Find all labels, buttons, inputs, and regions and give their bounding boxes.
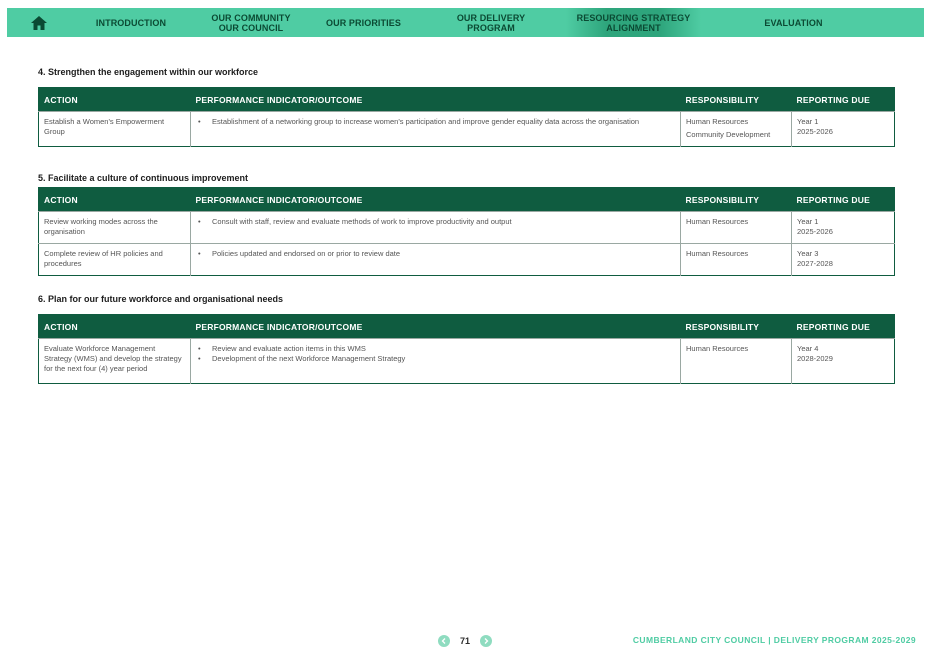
footer-brand: CUMBERLAND CITY COUNCIL | DELIVERY PROGR… xyxy=(632,635,916,645)
reporting-year: Year 4 xyxy=(797,344,819,353)
responsibility-line: Human Resources xyxy=(686,249,749,258)
indicator-cell: Policies updated and endorsed on or prio… xyxy=(190,243,681,276)
header-indicator: PERFORMANCE INDICATOR/OUTCOME xyxy=(190,87,681,112)
action-table: ACTION PERFORMANCE INDICATOR/OUTCOME RES… xyxy=(38,87,895,147)
indicator-cell: Consult with staff, review and evaluate … xyxy=(190,211,681,244)
reporting-period: 2027-2028 xyxy=(797,259,833,268)
indicator-cell: Review and evaluate action items in this… xyxy=(190,338,681,384)
home-icon xyxy=(31,15,47,30)
indicator-item: Review and evaluate action items in this… xyxy=(196,344,675,354)
chevron-left-icon xyxy=(441,638,446,644)
responsibility-line: Community Development xyxy=(686,130,771,139)
reporting-year: Year 1 xyxy=(797,117,819,126)
header-action: ACTION xyxy=(38,314,191,339)
header-responsibility: RESPONSIBILITY xyxy=(680,87,792,112)
page-number: 71 xyxy=(460,636,471,646)
indicator-item: Development of the next Workforce Manage… xyxy=(196,354,675,364)
table-row: Review working modes across the organisa… xyxy=(38,211,895,244)
responsibility-cell: Human Resources Community Development xyxy=(680,111,792,147)
action-cell: Establish a Women's Empowerment Group xyxy=(38,111,191,147)
header-action: ACTION xyxy=(38,187,191,212)
reporting-year: Year 3 xyxy=(797,249,819,258)
indicator-cell: Establishment of a networking group to i… xyxy=(190,111,681,147)
previous-page-button[interactable] xyxy=(438,635,450,647)
reporting-period: 2025-2026 xyxy=(797,127,833,136)
reporting-period: 2025-2026 xyxy=(797,227,833,236)
indicator-item: Consult with staff, review and evaluate … xyxy=(196,217,675,227)
tab-resourcing-strategy-alignment[interactable]: RESOURCING STRATEGY ALIGNMENT xyxy=(566,8,701,37)
next-page-button[interactable] xyxy=(480,635,493,647)
reporting-cell: Year 4 2028-2029 xyxy=(791,338,895,384)
responsibility-line: Human Resources xyxy=(686,117,749,126)
action-cell: Review working modes across the organisa… xyxy=(38,211,191,244)
header-reporting-due: REPORTING DUE xyxy=(791,187,895,212)
header-responsibility: RESPONSIBILITY xyxy=(680,314,792,339)
responsibility-line: Human Resources xyxy=(686,217,749,226)
responsibility-line: Human Resources xyxy=(686,344,749,353)
header-reporting-due: REPORTING DUE xyxy=(791,87,895,112)
tab-our-community-our-council[interactable]: OUR COMMUNITY OUR COUNCIL xyxy=(191,8,311,37)
reporting-period: 2028-2029 xyxy=(797,354,833,363)
section-title: 6. Plan for our future workforce and org… xyxy=(38,294,284,304)
reporting-cell: Year 1 2025-2026 xyxy=(791,211,895,244)
tab-evaluation[interactable]: EVALUATION xyxy=(701,8,886,37)
header-indicator: PERFORMANCE INDICATOR/OUTCOME xyxy=(190,314,681,339)
action-cell: Complete review of HR policies and proce… xyxy=(38,243,191,276)
responsibility-cell: Human Resources xyxy=(680,243,792,276)
header-indicator: PERFORMANCE INDICATOR/OUTCOME xyxy=(190,187,681,212)
header-responsibility: RESPONSIBILITY xyxy=(680,187,792,212)
header-reporting-due: REPORTING DUE xyxy=(791,314,895,339)
tab-our-delivery-program[interactable]: OUR DELIVERY PROGRAM xyxy=(416,8,566,37)
tab-our-priorities[interactable]: OUR PRIORITIES xyxy=(311,8,416,37)
table-row: Evaluate Workforce Management Strategy (… xyxy=(38,338,895,384)
indicator-item: Policies updated and endorsed on or prio… xyxy=(196,249,675,259)
table-row: Complete review of HR policies and proce… xyxy=(38,243,895,276)
action-table: ACTION PERFORMANCE INDICATOR/OUTCOME RES… xyxy=(38,314,895,384)
action-table: ACTION PERFORMANCE INDICATOR/OUTCOME RES… xyxy=(38,187,895,276)
top-navigation: INTRODUCTION OUR COMMUNITY OUR COUNCIL O… xyxy=(7,8,924,37)
tab-introduction[interactable]: INTRODUCTION xyxy=(71,8,191,37)
pagination: 71 xyxy=(438,635,493,647)
reporting-year: Year 1 xyxy=(797,217,819,226)
header-action: ACTION xyxy=(38,87,191,112)
section-title: 5. Facilitate a culture of continuous im… xyxy=(38,173,249,183)
table-row: Establish a Women's Empowerment Group Es… xyxy=(38,111,895,147)
chevron-right-icon xyxy=(484,638,489,644)
home-button[interactable] xyxy=(7,8,71,37)
section-title: 4. Strengthen the engagement within our … xyxy=(38,67,259,77)
responsibility-cell: Human Resources xyxy=(680,211,792,244)
responsibility-cell: Human Resources xyxy=(680,338,792,384)
reporting-cell: Year 1 2025-2026 xyxy=(791,111,895,147)
action-cell: Evaluate Workforce Management Strategy (… xyxy=(38,338,191,384)
indicator-item: Establishment of a networking group to i… xyxy=(196,117,675,127)
reporting-cell: Year 3 2027-2028 xyxy=(791,243,895,276)
